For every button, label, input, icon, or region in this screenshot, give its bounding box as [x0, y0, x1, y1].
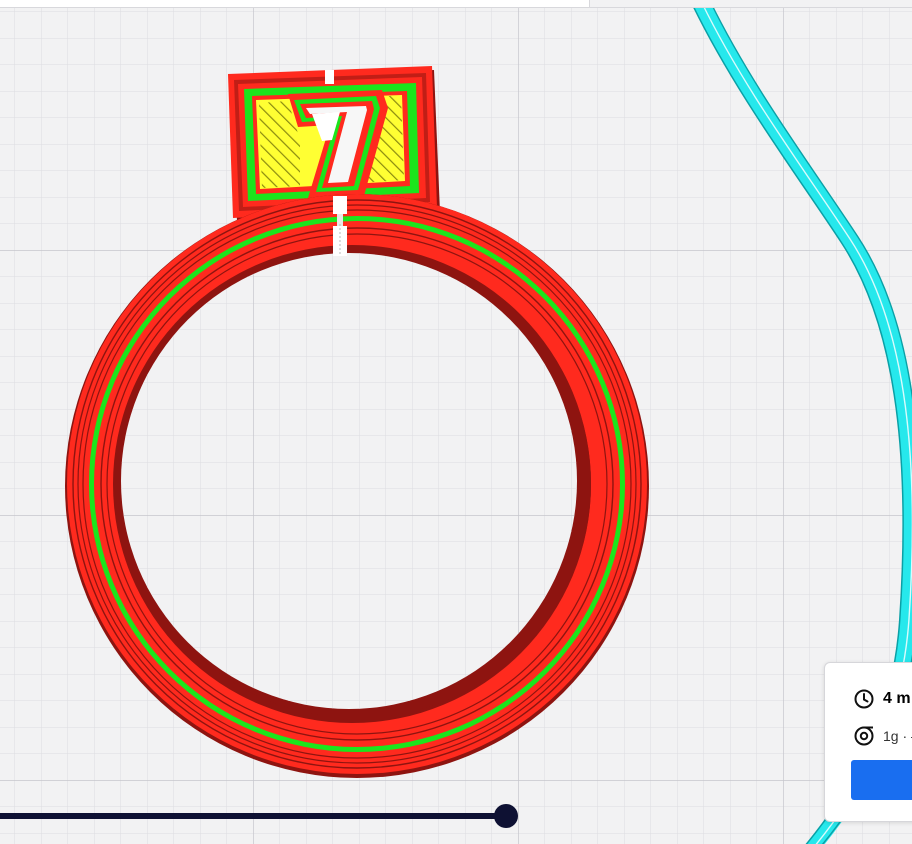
material-usage-text: 1g · —	[883, 728, 912, 744]
print-time-text: 4 m	[883, 690, 911, 707]
material-usage-row: 1g · —	[853, 724, 912, 748]
slice-action-button[interactable]	[851, 760, 912, 800]
top-toolbar-gap	[589, 0, 912, 7]
clock-icon	[854, 689, 874, 709]
layer-slider-handle[interactable]	[494, 804, 518, 828]
3d-viewport[interactable]: 4 m 1g · —	[0, 0, 912, 844]
print-info-panel: 4 m 1g · —	[824, 662, 912, 822]
layer-slider-track[interactable]	[0, 813, 510, 819]
build-plate-scene[interactable]	[0, 0, 912, 844]
print-time-row: 4 m	[853, 687, 911, 711]
ring-walls	[65, 194, 649, 778]
spool-icon	[854, 726, 874, 746]
